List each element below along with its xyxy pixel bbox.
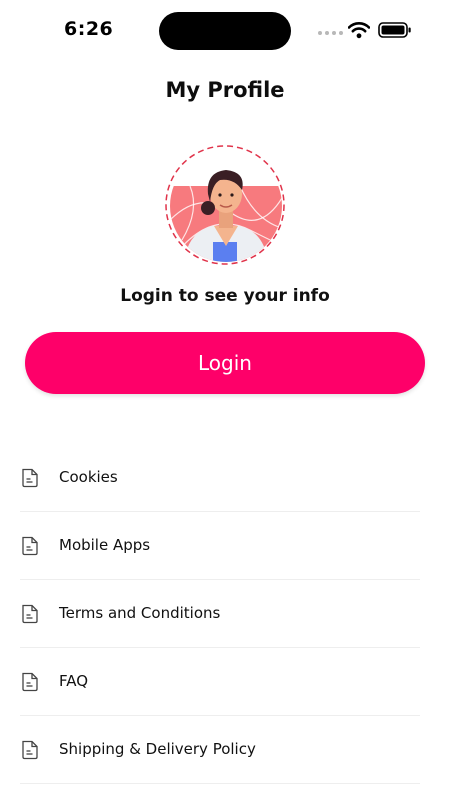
- menu-item-label: Shipping & Delivery Policy: [59, 740, 256, 758]
- menu-item-label: Terms and Conditions: [59, 604, 221, 622]
- wifi-icon: [348, 22, 370, 39]
- document-icon: [22, 536, 38, 556]
- document-icon: [22, 740, 38, 760]
- cellular-signal-icon: [318, 30, 344, 36]
- document-icon: [22, 672, 38, 692]
- menu-item-cookies[interactable]: Cookies: [20, 444, 420, 512]
- status-time: 6:26: [64, 18, 114, 40]
- login-prompt: Login to see your info: [120, 286, 330, 306]
- status-bar: 6:26: [0, 0, 450, 60]
- menu-item-label: Cookies: [59, 468, 118, 486]
- menu-list: Cookies Mobile Apps Terms and Conditions…: [20, 444, 420, 784]
- menu-item-label: FAQ: [59, 672, 89, 690]
- menu-item-terms-and-conditions[interactable]: Terms and Conditions: [20, 580, 420, 648]
- menu-item-label: Mobile Apps: [59, 536, 151, 554]
- avatar: [170, 150, 282, 262]
- menu-item-faq[interactable]: FAQ: [20, 648, 420, 716]
- menu-item-shipping-delivery-policy[interactable]: Shipping & Delivery Policy: [20, 716, 420, 784]
- document-icon: [22, 468, 38, 488]
- menu-item-mobile-apps[interactable]: Mobile Apps: [20, 512, 420, 580]
- avatar-illustration: [170, 170, 282, 262]
- dynamic-island: [159, 12, 291, 50]
- login-button[interactable]: Login: [25, 332, 425, 394]
- document-icon: [22, 604, 38, 624]
- page-title: My Profile: [165, 78, 285, 102]
- battery-icon: [378, 22, 411, 38]
